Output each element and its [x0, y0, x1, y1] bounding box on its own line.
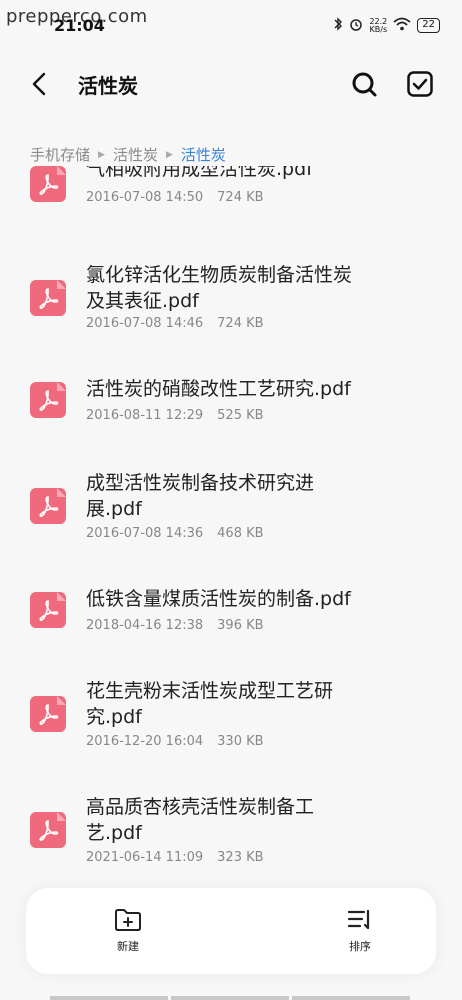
file-date: 2016-07-08 14:36	[86, 526, 204, 541]
multi-select-icon[interactable]	[406, 70, 434, 98]
pdf-file-icon	[30, 696, 66, 732]
gesture-bar	[50, 996, 410, 1000]
pdf-file-icon	[30, 382, 66, 418]
new-folder-label: 新建	[117, 940, 139, 953]
file-meta: 2021-06-14 11:09 323 KB	[86, 850, 264, 865]
file-date: 2018-04-16 12:38	[86, 618, 204, 633]
status-bar: prepperco.com 21:04 22.2 KB/s 22	[0, 0, 462, 44]
breadcrumb: 手机存储 ▶ 活性炭 ▶ 活性炭	[30, 144, 226, 165]
file-list-item[interactable]: 活性炭的硝酸改性工艺研究.pdf 2016-08-11 12:29 525 KB	[0, 376, 462, 436]
bottom-toolbar: 新建 排序	[26, 888, 436, 974]
gesture-bar-segment	[292, 996, 410, 1000]
file-name: 活性炭的硝酸改性工艺研究.pdf	[86, 378, 351, 400]
file-meta: 2016-12-20 16:04 330 KB	[86, 734, 264, 749]
alarm-icon	[349, 17, 363, 34]
file-size: 468 KB	[217, 526, 264, 541]
file-size: 330 KB	[217, 734, 264, 749]
sort-label: 排序	[349, 940, 371, 953]
file-meta: 2018-04-16 12:38 396 KB	[86, 618, 264, 633]
pdf-file-icon	[30, 488, 66, 524]
file-list-item[interactable]: 低铁含量煤质活性炭的制备.pdf 2018-04-16 12:38 396 KB	[0, 586, 462, 646]
file-list: 气相吸附用成型活性炭.pdf 2016-07-08 14:50 724 KB 氯化…	[0, 166, 462, 886]
sort-button[interactable]: 排序	[320, 908, 400, 958]
bluetooth-icon	[333, 17, 343, 34]
breadcrumb-item-current: 活性炭	[180, 146, 226, 164]
file-meta: 2016-07-08 14:36 468 KB	[86, 526, 264, 541]
file-date: 2016-12-20 16:04	[86, 734, 204, 749]
file-size: 396 KB	[217, 618, 264, 633]
file-name: 高品质杏核壳活性炭制备工艺.pdf	[86, 796, 315, 844]
file-list-item[interactable]: 气相吸附用成型活性炭.pdf 2016-07-08 14:50 724 KB	[0, 166, 462, 226]
breadcrumb-separator-icon: ▶	[98, 149, 105, 160]
file-list-item[interactable]: 花生壳粉末活性炭成型工艺研究.pdf 2016-12-20 16:04 330 K…	[0, 678, 462, 758]
file-list-item[interactable]: 氯化锌活化生物质炭制备活性炭及其表征.pdf 2016-07-08 14:46 7…	[0, 262, 462, 342]
file-name: 低铁含量煤质活性炭的制备.pdf	[86, 588, 351, 610]
search-icon[interactable]	[350, 70, 378, 98]
file-name: 气相吸附用成型活性炭.pdf	[86, 166, 313, 180]
file-size: 724 KB	[217, 316, 264, 331]
status-time: 21:04	[54, 16, 105, 35]
file-date: 2016-07-08 14:46	[86, 316, 204, 331]
file-meta: 2016-07-08 14:46 724 KB	[86, 316, 264, 331]
pdf-file-icon	[30, 166, 66, 202]
file-list-item[interactable]: 高品质杏核壳活性炭制备工艺.pdf 2021-06-14 11:09 323 KB	[0, 794, 462, 874]
file-name: 氯化锌活化生物质炭制备活性炭及其表征.pdf	[86, 264, 353, 312]
gesture-bar-segment	[50, 996, 168, 1000]
breadcrumb-item-folder[interactable]: 活性炭	[113, 144, 158, 165]
file-size: 724 KB	[217, 190, 264, 205]
file-size: 525 KB	[217, 408, 264, 423]
page-title: 活性炭	[78, 74, 138, 98]
file-name: 花生壳粉末活性炭成型工艺研究.pdf	[86, 680, 334, 728]
file-name: 成型活性炭制备技术研究进展.pdf	[86, 472, 315, 520]
breadcrumb-item-storage[interactable]: 手机存储	[30, 144, 90, 165]
pdf-file-icon	[30, 280, 66, 316]
new-folder-icon	[88, 908, 168, 932]
pdf-file-icon	[30, 812, 66, 848]
file-date: 2021-06-14 11:09	[86, 850, 204, 865]
status-icons: 22.2 KB/s 22	[333, 17, 440, 34]
gesture-bar-segment	[171, 996, 289, 1000]
new-folder-button[interactable]: 新建	[88, 908, 168, 958]
net-speed-unit: KB/s	[369, 24, 388, 34]
breadcrumb-separator-icon: ▶	[165, 149, 173, 160]
pdf-file-icon	[30, 592, 66, 628]
net-speed: 22.2 KB/s	[369, 17, 388, 34]
wifi-icon	[393, 17, 411, 34]
file-meta: 2016-08-11 12:29 525 KB	[86, 408, 264, 423]
file-date: 2016-08-11 12:29	[86, 408, 204, 423]
app-header: 活性炭	[0, 58, 462, 112]
file-date: 2016-07-08 14:50	[86, 190, 204, 205]
sort-icon	[320, 908, 400, 932]
battery-indicator: 22	[417, 18, 440, 33]
file-meta: 2016-07-08 14:50 724 KB	[86, 190, 264, 205]
file-list-item[interactable]: 成型活性炭制备技术研究进展.pdf 2016-07-08 14:36 468 KB	[0, 470, 462, 550]
back-arrow-icon[interactable]	[28, 70, 52, 98]
file-size: 323 KB	[217, 850, 264, 865]
